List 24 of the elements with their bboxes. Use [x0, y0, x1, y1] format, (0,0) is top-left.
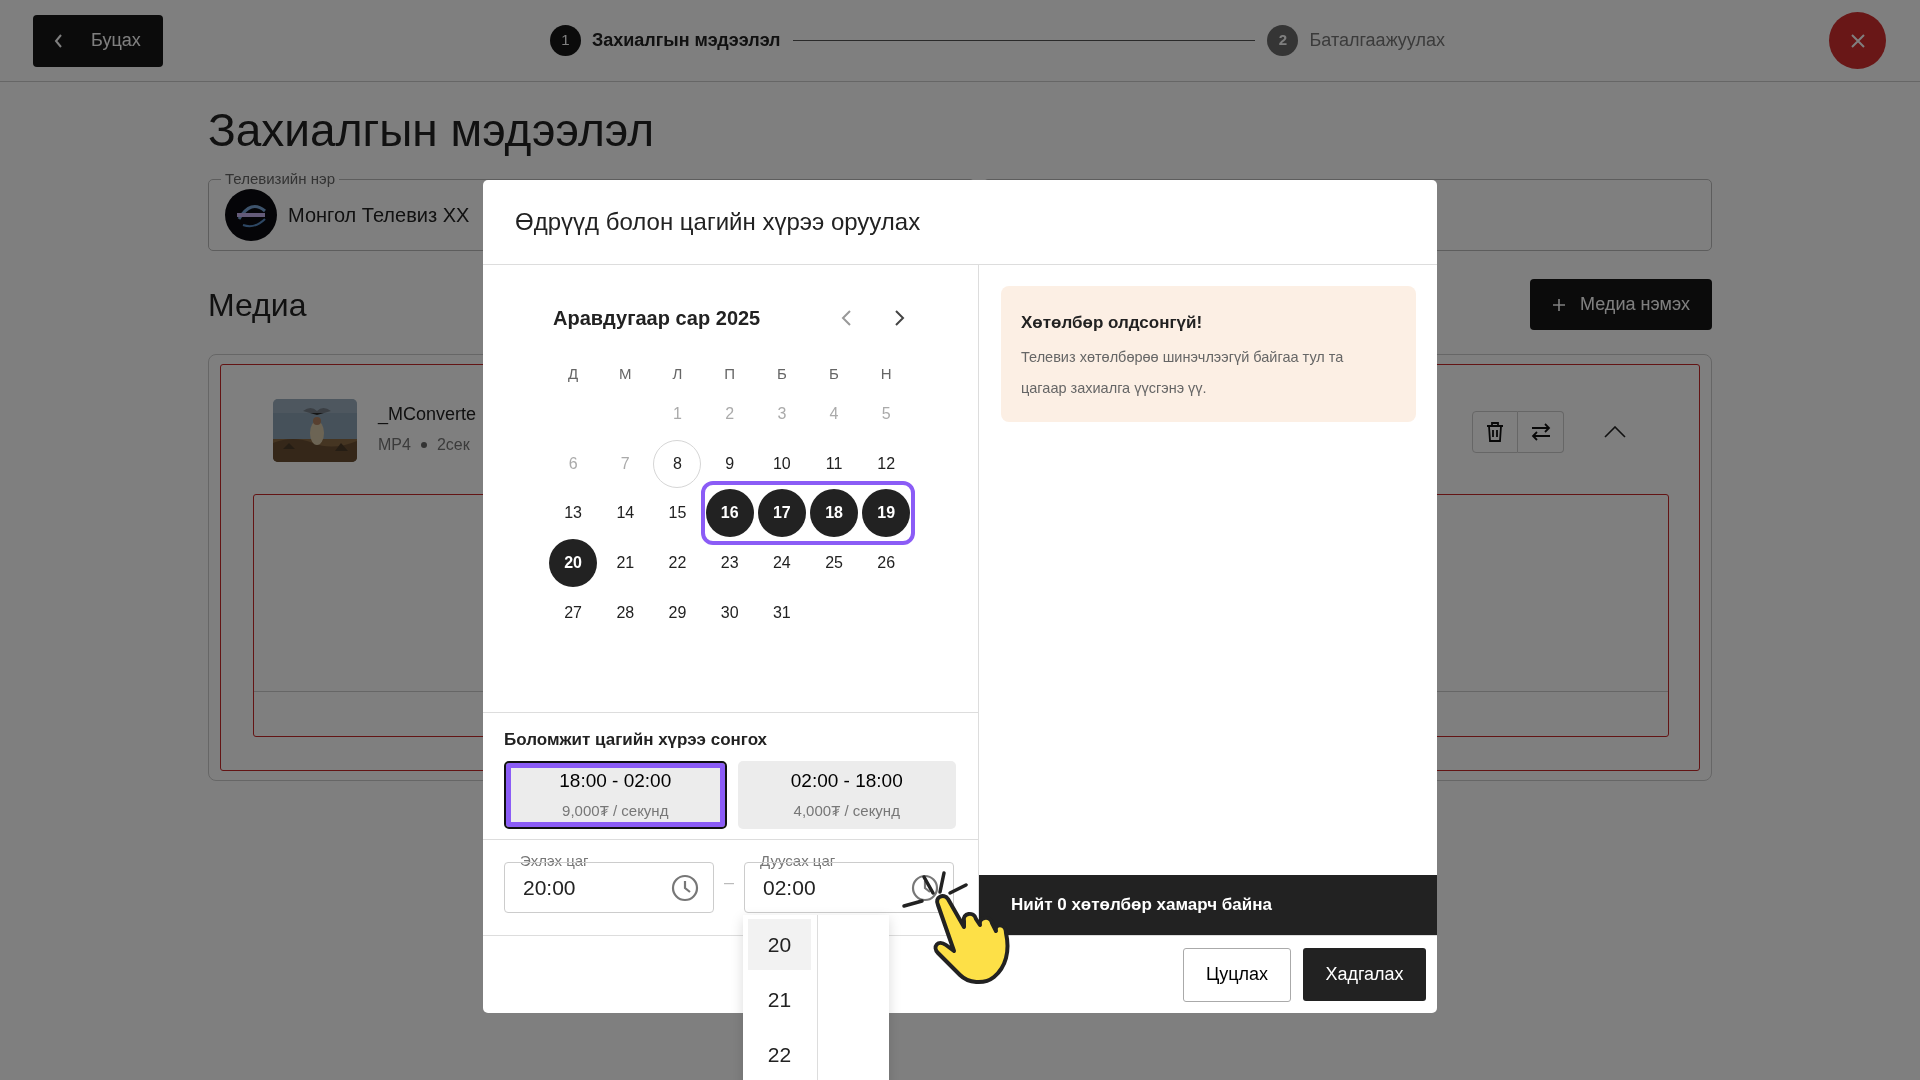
step-label: Баталгаажуулах: [1309, 29, 1445, 52]
section-heading: Медиа: [208, 285, 307, 325]
step-number: 2: [1267, 25, 1299, 56]
modal-title: Өдрүүд болон цагийн хүрээ оруулах: [515, 207, 921, 237]
summary-text: Нийт 0 хөтөлбөр хамарч байна: [1011, 894, 1272, 917]
weekday-label: Л: [671, 364, 684, 384]
step-label: Захиалгын мэдээлэл: [592, 29, 781, 52]
weekday-label: П: [723, 364, 737, 384]
file-format: MP4: [378, 435, 411, 455]
weekday-label: М: [618, 364, 633, 384]
step-number: 1: [550, 25, 581, 56]
section-label: Боломжит цагийн хүрээ сонгох: [504, 729, 769, 751]
alert-message: Телевиз хөтөлбөрөө шинэчлээгүй байгаа тул та цагаар захиалга үүсгэнэ үү.: [1021, 347, 1345, 398]
weekday-label: Б: [775, 364, 788, 384]
file-duration: 2сек: [436, 435, 470, 455]
weekday-label: Д: [567, 364, 580, 384]
weekday-label: Б: [828, 364, 840, 384]
file-name: _MConverte: [378, 403, 477, 425]
alert-title: Хөтөлбөр олдсонгүй!: [1021, 312, 1204, 334]
field-label: Телевизийн нэр: [221, 170, 339, 188]
weekday-label: Н: [879, 364, 893, 384]
calendar-month: Аравдугаар сар 2025: [553, 306, 761, 331]
page-title: Захиалгын мэдээлэл: [208, 103, 656, 158]
separator-dash: –: [724, 871, 734, 894]
